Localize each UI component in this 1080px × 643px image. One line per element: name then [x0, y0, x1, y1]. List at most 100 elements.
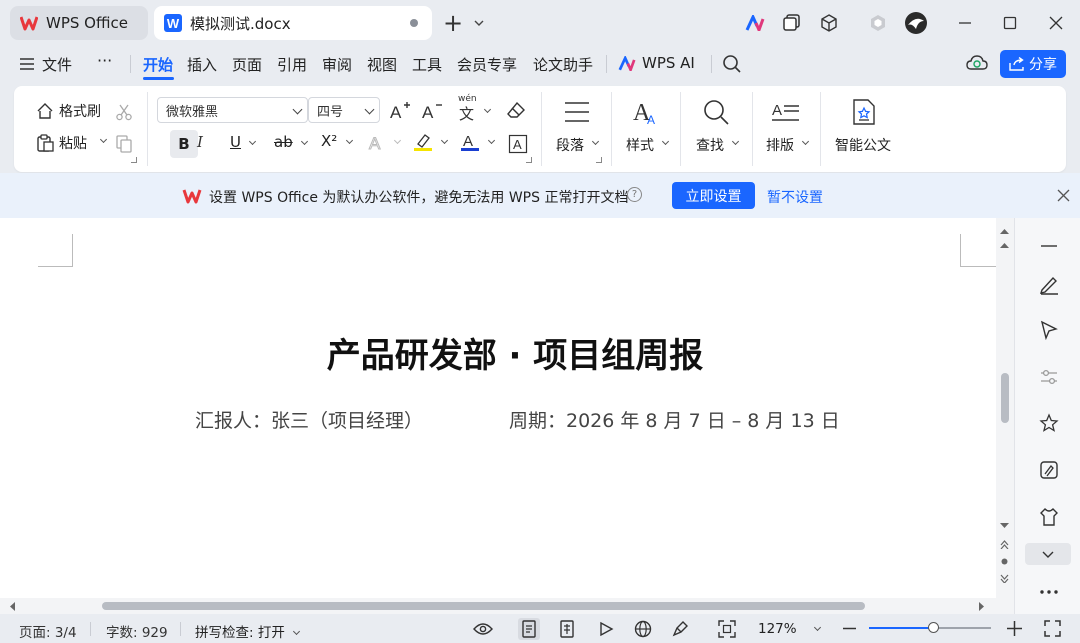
zoom-slider-knob[interactable] [928, 622, 939, 633]
select-cursor-button[interactable] [1037, 318, 1061, 342]
clipboard-dialog-launcher[interactable] [131, 157, 137, 163]
cloud-sync-button[interactable] [966, 54, 988, 72]
scroll-up-arrow-icon[interactable] [1000, 242, 1009, 249]
vertical-scrollbar[interactable] [996, 218, 1014, 598]
page-view-button[interactable] [518, 618, 540, 640]
minimize-button[interactable] [952, 10, 978, 36]
next-page-icon[interactable] [1000, 574, 1009, 583]
paragraph-button[interactable]: 段落 [552, 98, 612, 164]
adjust-settings-button[interactable] [1037, 365, 1061, 389]
more-menu-button[interactable]: ··· [97, 51, 112, 70]
font-color-button[interactable]: A [460, 132, 496, 152]
character-border-button[interactable]: A [506, 132, 530, 156]
font-dialog-launcher[interactable] [526, 157, 532, 163]
layout-button[interactable]: A 排版 [762, 98, 822, 164]
close-icon[interactable] [1057, 189, 1070, 202]
eye-protection-button[interactable] [472, 618, 494, 640]
superscript-button[interactable]: X² [321, 132, 353, 150]
period-line[interactable]: 周期：2026 年 8 月 7 日 – 8 月 13 日 [509, 406, 840, 433]
plugin-button[interactable] [865, 10, 891, 36]
outline-view-button[interactable] [556, 618, 578, 640]
increase-font-button[interactable]: A [388, 98, 412, 122]
tab-list-button[interactable] [466, 10, 492, 36]
reading-mode-button[interactable] [595, 618, 617, 640]
smart-official-document-button[interactable]: 智能公文 [832, 98, 896, 164]
maximize-button[interactable] [997, 10, 1023, 36]
format-painter-button[interactable]: 格式刷 [34, 100, 114, 122]
zoom-level-select[interactable]: 127% [758, 621, 822, 637]
scroll-right-arrow-icon[interactable] [978, 602, 985, 611]
word-count[interactable]: 字数: 929 [106, 621, 168, 641]
italic-button[interactable]: I [197, 133, 203, 151]
underline-button[interactable]: U [230, 133, 257, 151]
tab-home-ribbon[interactable]: 开始 [143, 54, 173, 75]
help-icon[interactable]: ? [627, 187, 642, 202]
zoom-slider-track-rest[interactable] [933, 627, 991, 629]
wps-ai-shortcut-button[interactable] [742, 10, 768, 36]
new-tab-button[interactable]: + [440, 9, 466, 37]
writing-mode-button[interactable] [669, 618, 691, 640]
search-button[interactable] [722, 54, 742, 74]
scroll-left-arrow-icon[interactable] [9, 602, 16, 611]
document-canvas[interactable]: 产品研发部 · 项目组周报 汇报人：张三（项目经理） 周期：2026 年 8 月… [0, 218, 996, 598]
unsaved-dot-icon[interactable] [410, 19, 418, 27]
pen-tool-button[interactable] [1037, 273, 1061, 297]
text-effect-button[interactable]: A [368, 132, 402, 152]
3d-box-button[interactable] [816, 10, 842, 36]
zoom-out-icon[interactable] [843, 627, 856, 630]
tab-document[interactable]: W 模拟测试.docx [154, 6, 432, 40]
tab-tools[interactable]: 工具 [412, 54, 442, 75]
tab-review[interactable]: 审阅 [322, 54, 352, 75]
font-name-select[interactable]: 微软雅黑 [157, 97, 308, 123]
strikethrough-button[interactable]: ab [274, 133, 309, 151]
scroll-up-arrow-icon[interactable] [1000, 228, 1009, 235]
tab-insert[interactable]: 插入 [187, 54, 217, 75]
fullscreen-icon[interactable] [1044, 620, 1061, 637]
tab-wps-office-home[interactable]: WPS Office [10, 6, 148, 40]
share-button[interactable]: 分享 [1000, 50, 1066, 78]
zoom-in-icon[interactable] [1007, 621, 1022, 636]
user-avatar[interactable] [903, 10, 929, 36]
decrease-font-button[interactable]: A [420, 98, 444, 122]
highlight-button[interactable] [413, 132, 449, 152]
expand-panel-button[interactable] [1025, 543, 1071, 565]
document-title[interactable]: 产品研发部 · 项目组周报 [0, 328, 1030, 377]
smart-form-button[interactable] [1037, 458, 1061, 482]
panel-collapse-button[interactable] [1037, 234, 1061, 258]
skin-theme-button[interactable] [1037, 505, 1061, 529]
paste-button[interactable]: 粘贴 [34, 132, 114, 154]
reporter-line[interactable]: 汇报人：张三（项目经理） [195, 406, 423, 433]
more-options-button[interactable] [1037, 580, 1061, 604]
styles-button[interactable]: AA 样式 [622, 98, 682, 164]
web-layout-button[interactable] [632, 618, 654, 640]
bold-button[interactable]: B [170, 130, 198, 158]
active-tab-indicator [143, 77, 174, 80]
set-default-now-button[interactable]: 立即设置 [672, 182, 755, 209]
tab-member[interactable]: 会员专享 [457, 54, 517, 75]
scroll-down-arrow-icon[interactable] [1000, 522, 1009, 529]
fit-window-button[interactable] [716, 618, 738, 640]
horizontal-scroll-thumb[interactable] [102, 602, 865, 610]
group-separator [147, 92, 148, 166]
tab-references[interactable]: 引用 [277, 54, 307, 75]
cut-button[interactable] [112, 100, 136, 124]
find-button[interactable]: 查找 [692, 98, 752, 164]
tab-page[interactable]: 页面 [232, 54, 262, 75]
close-window-button[interactable] [1043, 10, 1069, 36]
vertical-scroll-thumb[interactable] [1001, 373, 1009, 423]
phonetic-guide-button[interactable]: wén 文 [458, 94, 494, 123]
clear-format-button[interactable] [504, 98, 528, 122]
copy-button[interactable] [112, 132, 136, 156]
tab-view[interactable]: 视图 [367, 54, 397, 75]
paragraph-dialog-launcher[interactable] [596, 157, 602, 163]
tab-thesis-assistant[interactable]: 论文助手 [533, 54, 593, 75]
favorites-button[interactable] [1037, 411, 1061, 435]
page-indicator[interactable]: 页面: 3/4 [19, 621, 77, 641]
font-size-select[interactable]: 四号 [308, 97, 380, 123]
window-switch-button[interactable] [779, 10, 805, 36]
select-browse-object-icon[interactable] [1001, 558, 1008, 565]
previous-page-icon[interactable] [1000, 540, 1009, 549]
horizontal-scrollbar[interactable] [0, 598, 1014, 614]
not-now-link[interactable]: 暂不设置 [767, 187, 823, 207]
spell-check-toggle[interactable]: 拼写检查: 打开 [195, 621, 301, 641]
